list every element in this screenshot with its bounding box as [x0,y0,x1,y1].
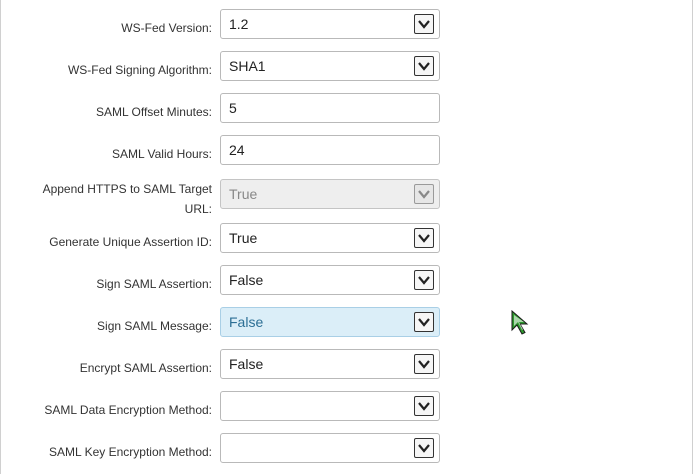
sign-saml-assertion-value: False [229,272,264,288]
saml-key-encryption-method-select[interactable] [220,433,440,463]
saml-data-encryption-method-select[interactable] [220,391,440,421]
chevron-down-icon[interactable] [414,396,434,416]
encrypt-saml-assertion-label: Encrypt SAML Assertion: [79,361,212,375]
chevron-down-icon[interactable] [414,56,434,76]
sign-saml-message-value: False [229,314,264,330]
sign-saml-assertion-label: Sign SAML Assertion: [96,277,212,291]
chevron-down-icon[interactable] [414,228,434,248]
append-https-value: True [229,186,258,202]
wsfed-signing-algorithm-value: SHA1 [229,58,266,74]
wsfed-version-select[interactable]: 1.2 [220,9,440,39]
append-https-label-line2: URL: [184,202,212,216]
saml-offset-minutes-value: 5 [229,100,237,116]
generate-unique-assertion-id-select[interactable]: True [220,223,440,253]
saml-offset-minutes-label: SAML Offset Minutes: [95,105,212,119]
chevron-down-icon[interactable] [414,312,434,332]
generate-unique-assertion-id-value: True [229,230,258,246]
saml-key-encryption-method-label: SAML Key Encryption Method: [49,445,212,459]
chevron-down-icon[interactable] [414,270,434,290]
saml-valid-hours-label: SAML Valid Hours: [111,147,212,161]
sign-saml-assertion-select[interactable]: False [220,265,440,295]
chevron-down-icon[interactable] [414,14,434,34]
mouse-pointer-icon [511,310,529,335]
chevron-down-icon[interactable] [414,438,434,458]
wsfed-signing-algorithm-label: WS-Fed Signing Algorithm: [67,63,212,77]
wsfed-version-value: 1.2 [229,16,249,32]
append-https-select: True [220,179,440,209]
chevron-down-icon[interactable] [414,354,434,374]
saml-offset-minutes-input[interactable]: 5 [220,93,440,123]
saml-valid-hours-input[interactable]: 24 [220,135,440,165]
generate-unique-assertion-id-label: Generate Unique Assertion ID: [49,235,212,249]
sign-saml-message-label: Sign SAML Message: [97,319,212,333]
sign-saml-message-select[interactable]: False [220,307,440,337]
chevron-down-icon [414,184,434,204]
encrypt-saml-assertion-value: False [229,356,264,372]
wsfed-signing-algorithm-select[interactable]: SHA1 [220,51,440,81]
append-https-label: Append HTTPS to SAML Target URL: [12,179,212,219]
append-https-label-line1: Append HTTPS to SAML Target [42,182,212,196]
wsfed-version-label: WS-Fed Version: [121,21,212,35]
form-panel: WS-Fed Version: 1.2 WS-Fed Signing Algor… [0,0,693,474]
saml-valid-hours-value: 24 [229,142,245,158]
encrypt-saml-assertion-select[interactable]: False [220,349,440,379]
saml-data-encryption-method-label: SAML Data Encryption Method: [44,403,212,417]
